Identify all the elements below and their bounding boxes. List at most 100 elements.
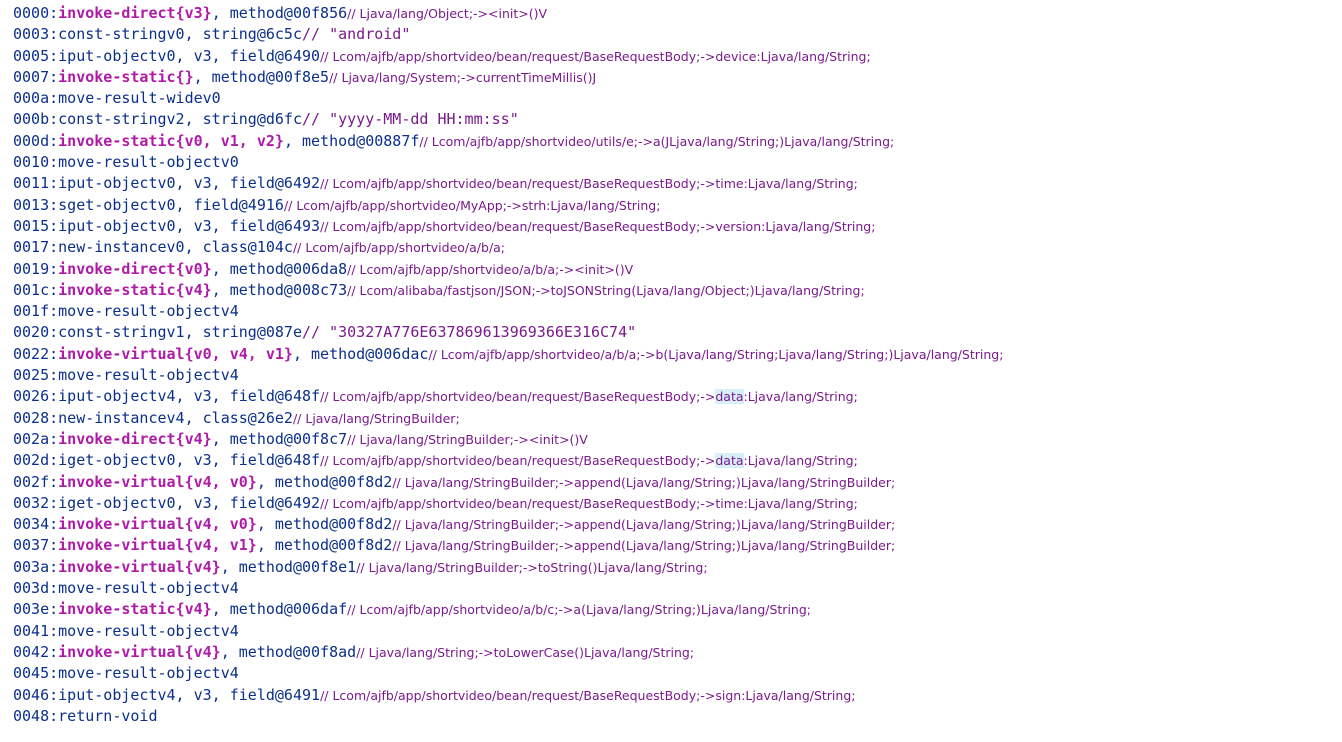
register-list: {v4, v0} bbox=[184, 472, 257, 491]
line-address: 0045: bbox=[13, 664, 59, 683]
line-address: 001f: bbox=[13, 302, 59, 321]
opcode: const-string bbox=[58, 323, 167, 342]
line-address: 0037: bbox=[13, 536, 59, 555]
line-address: 0010: bbox=[13, 153, 59, 172]
operands: v0, v3, field@6492 bbox=[157, 174, 321, 193]
line-address: 0013: bbox=[13, 195, 59, 214]
code-line: 003a: invoke-virtual {v4}, method@00f8e1… bbox=[13, 558, 1342, 579]
reference-comment: // Ljava/lang/StringBuilder;->toString()… bbox=[356, 559, 708, 575]
code-line: 0000: invoke-direct {v3}, method@00f856 … bbox=[13, 4, 1342, 25]
string-literal-comment: // "30327A776E637869613969366E316C74" bbox=[302, 323, 637, 342]
search-highlight: data bbox=[715, 453, 744, 469]
operands: , method@00f8d2 bbox=[256, 536, 393, 555]
line-address: 0026: bbox=[13, 387, 59, 406]
operands: v4 bbox=[220, 621, 239, 640]
opcode: move-result-object bbox=[58, 621, 221, 640]
line-address: 002a: bbox=[13, 429, 59, 448]
line-address: 0042: bbox=[13, 642, 59, 661]
code-line: 0017: new-instance v0, class@104c // Lco… bbox=[13, 238, 1342, 259]
code-line: 000d: invoke-static {v0, v1, v2}, method… bbox=[13, 132, 1342, 153]
opcode: invoke-static bbox=[58, 280, 176, 299]
line-address: 0019: bbox=[13, 259, 59, 278]
reference-comment: // Ljava/lang/StringBuilder; bbox=[292, 410, 460, 426]
opcode: const-string bbox=[58, 25, 167, 44]
code-line: 0048: return-void bbox=[13, 707, 1342, 728]
reference-comment: // Lcom/ajfb/app/shortvideo/bean/request… bbox=[320, 495, 858, 511]
code-line: 001c: invoke-static {v4}, method@008c73 … bbox=[13, 281, 1342, 302]
register-list: {v4} bbox=[184, 557, 221, 576]
code-line: 0011: iput-object v0, v3, field@6492 // … bbox=[13, 174, 1342, 195]
reference-comment: // Lcom/ajfb/app/shortvideo/utils/e;->a(… bbox=[419, 133, 895, 149]
code-line: 0005: iput-object v0, v3, field@6490 // … bbox=[13, 47, 1342, 68]
opcode: invoke-direct bbox=[58, 429, 176, 448]
string-literal-comment: // "yyyy-MM-dd HH:mm:ss" bbox=[302, 110, 519, 129]
opcode: invoke-virtual bbox=[58, 515, 185, 534]
code-line: 0010: move-result-object v0 bbox=[13, 153, 1342, 174]
operands: v0, string@6c5c bbox=[166, 25, 302, 44]
line-address: 0034: bbox=[13, 515, 59, 534]
opcode: invoke-virtual bbox=[58, 472, 185, 491]
opcode: iput-object bbox=[58, 387, 158, 406]
opcode: iget-object bbox=[58, 493, 158, 512]
line-address: 0022: bbox=[13, 344, 59, 363]
opcode: new-instance bbox=[58, 238, 167, 257]
opcode: iget-object bbox=[58, 451, 158, 470]
code-line: 003e: invoke-static {v4}, method@006daf … bbox=[13, 600, 1342, 621]
opcode: invoke-static bbox=[58, 600, 176, 619]
register-list: {v4, v0} bbox=[184, 515, 257, 534]
reference-comment: // Ljava/lang/StringBuilder;->append(Lja… bbox=[392, 517, 896, 533]
opcode: sget-object bbox=[58, 195, 158, 214]
operands: , method@00f8e1 bbox=[220, 557, 357, 576]
opcode: const-string bbox=[58, 110, 167, 129]
line-address: 0000: bbox=[13, 4, 59, 22]
operands: , method@008c73 bbox=[211, 280, 348, 299]
opcode: invoke-virtual bbox=[58, 642, 185, 661]
reference-comment: // Ljava/lang/System;->currentTimeMillis… bbox=[329, 69, 597, 85]
line-address: 000b: bbox=[13, 110, 59, 129]
code-line: 0019: invoke-direct {v0}, method@006da8 … bbox=[13, 260, 1342, 281]
opcode: invoke-direct bbox=[58, 259, 176, 278]
register-list: {v4, v1} bbox=[184, 536, 257, 555]
line-address: 0041: bbox=[13, 621, 59, 640]
operands: , method@006da8 bbox=[211, 259, 348, 278]
opcode: iput-object bbox=[58, 174, 158, 193]
register-list: {v3} bbox=[175, 4, 212, 22]
opcode: move-result-object bbox=[58, 366, 221, 385]
register-list: {v4} bbox=[175, 280, 212, 299]
operands: , method@00f8ad bbox=[220, 642, 357, 661]
opcode: iput-object bbox=[58, 685, 158, 704]
opcode: return-void bbox=[58, 706, 158, 725]
code-line: 002f: invoke-virtual {v4, v0}, method@00… bbox=[13, 473, 1342, 494]
reference-comment: // Lcom/ajfb/app/shortvideo/bean/request… bbox=[320, 687, 856, 703]
code-line: 000b: const-string v2, string@d6fc // "y… bbox=[13, 110, 1342, 131]
opcode: invoke-virtual bbox=[58, 344, 185, 363]
line-address: 0003: bbox=[13, 25, 59, 44]
code-line: 000a: move-result-wide v0 bbox=[13, 89, 1342, 110]
reference-comment: // Lcom/ajfb/app/shortvideo/bean/request… bbox=[320, 48, 871, 64]
code-line: 0042: invoke-virtual {v4}, method@00f8ad… bbox=[13, 643, 1342, 664]
reference-comment: // Lcom/ajfb/app/shortvideo/bean/request… bbox=[320, 453, 716, 469]
reference-comment: // Ljava/lang/StringBuilder;->append(Lja… bbox=[392, 474, 896, 490]
reference-comment: // Lcom/ajfb/app/shortvideo/bean/request… bbox=[320, 176, 858, 192]
line-address: 003d: bbox=[13, 579, 59, 598]
register-list: {v4} bbox=[175, 429, 212, 448]
opcode: invoke-virtual bbox=[58, 536, 185, 555]
register-list: {v4} bbox=[184, 642, 221, 661]
register-list: {v0, v1, v2} bbox=[175, 131, 284, 150]
search-highlight: data bbox=[715, 389, 744, 405]
line-address: 002f: bbox=[13, 472, 59, 491]
operands: v4, v3, field@648f bbox=[157, 387, 321, 406]
bytecode-listing: 0000: invoke-direct {v3}, method@00f856 … bbox=[0, 0, 1342, 742]
opcode: new-instance bbox=[58, 408, 167, 427]
register-list: {} bbox=[175, 67, 194, 86]
code-line: 0046: iput-object v4, v3, field@6491 // … bbox=[13, 686, 1342, 707]
operands: v4, v3, field@6491 bbox=[157, 685, 321, 704]
code-line: 0026: iput-object v4, v3, field@648f // … bbox=[13, 387, 1342, 408]
code-line: 0022: invoke-virtual {v0, v4, v1}, metho… bbox=[13, 345, 1342, 366]
code-line: 003d: move-result-object v4 bbox=[13, 579, 1342, 600]
line-address: 0025: bbox=[13, 366, 59, 385]
register-list: {v0, v4, v1} bbox=[184, 344, 293, 363]
line-address: 0048: bbox=[13, 706, 59, 725]
line-address: 002d: bbox=[13, 451, 59, 470]
reference-comment: // Lcom/ajfb/app/shortvideo/a/b/c;->a(Lj… bbox=[347, 602, 811, 618]
